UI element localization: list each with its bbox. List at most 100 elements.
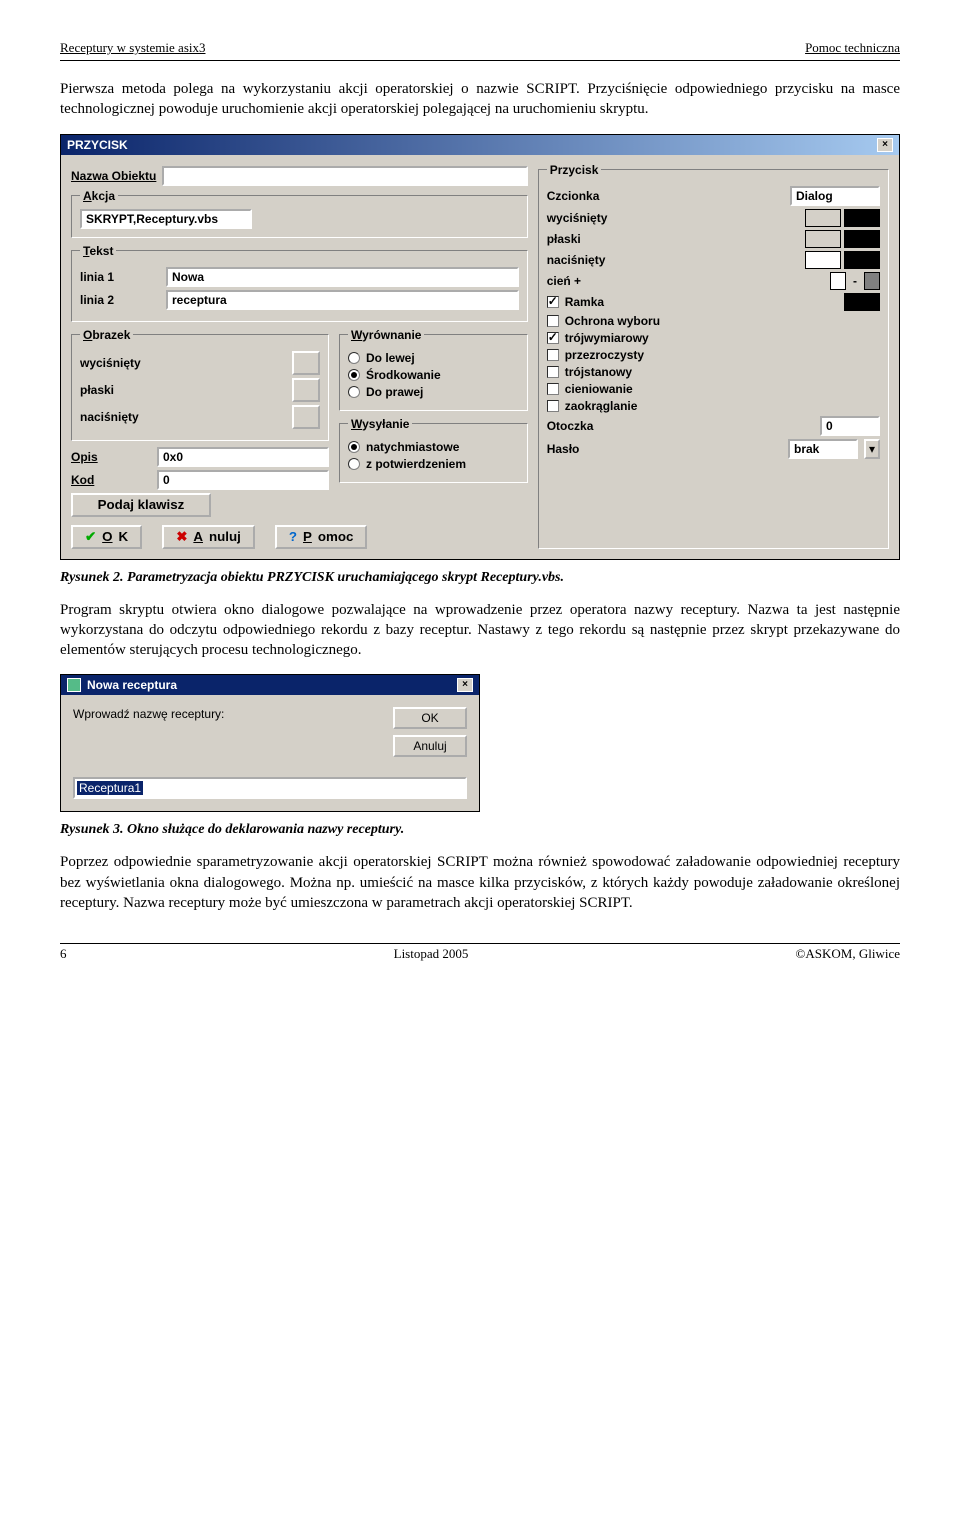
footer-company: ©ASKOM, Gliwice	[796, 946, 900, 962]
dialog2-prompt: Wprowadź nazwę receptury:	[73, 707, 224, 721]
chk-trojst[interactable]	[547, 366, 559, 378]
nazwa-input[interactable]	[162, 166, 527, 186]
footer-date: Listopad 2005	[394, 946, 469, 962]
srodkowanie-label: Środkowanie	[366, 368, 441, 382]
nac-color1[interactable]	[805, 251, 841, 269]
tekst-legend: Tekst	[80, 244, 116, 258]
haslo-input[interactable]	[788, 439, 858, 459]
otoczka-input[interactable]	[820, 416, 880, 436]
obrazek-pla-button[interactable]	[292, 378, 320, 402]
header-right: Pomoc techniczna	[805, 40, 900, 56]
linia1-label: linia 1	[80, 270, 160, 284]
check-icon: ✔	[85, 529, 96, 545]
kod-label: Kod	[71, 473, 151, 487]
trojwym-label: trójwymiarowy	[565, 331, 649, 345]
radio-srodkowanie[interactable]	[348, 369, 360, 381]
ok-button[interactable]: ✔OOKK	[71, 525, 142, 549]
radio-do-lewej[interactable]	[348, 352, 360, 364]
cien-minus-label: -	[853, 274, 857, 288]
obrazek-nac-button[interactable]	[292, 405, 320, 429]
x-icon: ✖	[176, 529, 187, 545]
anuluj-button[interactable]: ✖Anuluj	[162, 525, 255, 549]
pla-color2[interactable]	[844, 230, 880, 248]
chevron-down-icon[interactable]: ▾	[864, 439, 880, 459]
obrazek-wycisniety: wyciśnięty	[80, 356, 286, 370]
tekst-group: Tekst linia 1 linia 2	[71, 244, 528, 322]
dialog2-ok-button[interactable]: OK	[393, 707, 467, 729]
obrazek-nacisniety: naciśnięty	[80, 410, 286, 424]
wyrownanie-group: Wyrównanie Do lewej Środkowanie Do prawe…	[339, 328, 528, 411]
dialog2-title: Nowa receptura	[87, 678, 177, 692]
pla-color1[interactable]	[805, 230, 841, 248]
ramka-color[interactable]	[844, 293, 880, 311]
przycisk-group: Przycisk Czcionka wyciśnięty płaski naci…	[538, 163, 889, 549]
chk-trojwym[interactable]	[547, 332, 559, 344]
dialog-title: PRZYCISK	[67, 138, 128, 152]
linia2-input[interactable]	[166, 290, 519, 310]
cien-label: cieniowanie	[565, 382, 633, 396]
trojst-label: trójstanowy	[565, 365, 632, 379]
akcja-input[interactable]	[80, 209, 252, 229]
wyc-color1[interactable]	[805, 209, 841, 227]
chk-ochrona[interactable]	[547, 315, 559, 327]
wycisniety-label: wyciśnięty	[547, 211, 802, 225]
przycisk-legend: Przycisk	[547, 163, 602, 177]
plaski-label: płaski	[547, 232, 802, 246]
natychmiastowe-label: natychmiastowe	[366, 440, 459, 454]
dialog2-cancel-button[interactable]: Anuluj	[393, 735, 467, 757]
podaj-klawisz-button[interactable]: Podaj klawisz	[71, 493, 211, 517]
cienp-color[interactable]	[830, 272, 846, 290]
radio-natychmiastowe[interactable]	[348, 441, 360, 453]
dialog2-close-icon[interactable]: ×	[457, 678, 473, 692]
obrazek-legend: Obrazek	[80, 328, 133, 342]
wysylanie-legend: Wysyłanie	[348, 417, 412, 431]
do-lewej-label: Do lewej	[366, 351, 415, 365]
footer-page: 6	[60, 946, 67, 962]
ochrona-label: Ochrona wyboru	[565, 314, 660, 328]
akcja-group: AAkcjakcja	[71, 189, 528, 238]
czcionka-input[interactable]	[790, 186, 880, 206]
pomoc-button[interactable]: ?Pomoc	[275, 525, 368, 549]
haslo-label: Hasło	[547, 442, 782, 456]
cien-plus-label: cień +	[547, 274, 827, 288]
nowa-receptura-dialog: Nowa receptura × Wprowadź nazwę receptur…	[60, 674, 480, 812]
do-prawej-label: Do prawej	[366, 385, 423, 399]
header-rule	[60, 60, 900, 61]
radio-z-potwierdzeniem[interactable]	[348, 458, 360, 470]
wyc-color2[interactable]	[844, 209, 880, 227]
dialog2-input[interactable]: Receptura1	[77, 781, 143, 795]
linia1-input[interactable]	[166, 267, 519, 287]
opis-input[interactable]	[157, 447, 329, 467]
kod-input[interactable]	[157, 470, 329, 490]
otoczka-label: Otoczka	[547, 419, 814, 433]
chk-przezr[interactable]	[547, 349, 559, 361]
wysylanie-group: Wysyłanie natychmiastowe z potwierdzenie…	[339, 417, 528, 483]
chk-ramka[interactable]	[547, 296, 559, 308]
linia2-label: linia 2	[80, 293, 160, 307]
czcionka-label: Czcionka	[547, 189, 784, 203]
close-icon[interactable]: ×	[877, 138, 893, 152]
paragraph-1: Pierwsza metoda polega na wykorzystaniu …	[60, 79, 900, 120]
nazwa-label: Nazwa Obiektu	[71, 169, 156, 183]
header-left: Receptury w systemie asix3	[60, 40, 206, 56]
cienm-color[interactable]	[864, 272, 880, 290]
paragraph-3: Poprzez odpowiednie sparametryzowanie ak…	[60, 852, 900, 913]
akcja-legend: AAkcjakcja	[80, 189, 118, 203]
zaokr-label: zaokrąglanie	[565, 399, 638, 413]
chk-zaokr[interactable]	[547, 400, 559, 412]
ramka-label: Ramka	[565, 295, 838, 309]
obrazek-wyc-button[interactable]	[292, 351, 320, 375]
caption-2: Rysunek 3. Okno służące do deklarowania …	[60, 822, 900, 838]
chk-cien[interactable]	[547, 383, 559, 395]
przezr-label: przezroczysty	[565, 348, 644, 362]
radio-do-prawej[interactable]	[348, 386, 360, 398]
paragraph-2: Program skryptu otwiera okno dialogowe p…	[60, 600, 900, 661]
przycisk-dialog: PRZYCISK × Nazwa Obiektu AAkcjakcja Teks…	[60, 134, 900, 560]
obrazek-plaski: płaski	[80, 383, 286, 397]
nac-color2[interactable]	[844, 251, 880, 269]
caption-1: Rysunek 2. Parametryzacja obiektu PRZYCI…	[60, 570, 900, 586]
nacisniety-label: naciśnięty	[547, 253, 802, 267]
obrazek-group: Obrazek wyciśnięty płaski naciśnięty	[71, 328, 329, 441]
wyrownanie-legend: Wyrównanie	[348, 328, 424, 342]
help-icon: ?	[289, 529, 297, 544]
